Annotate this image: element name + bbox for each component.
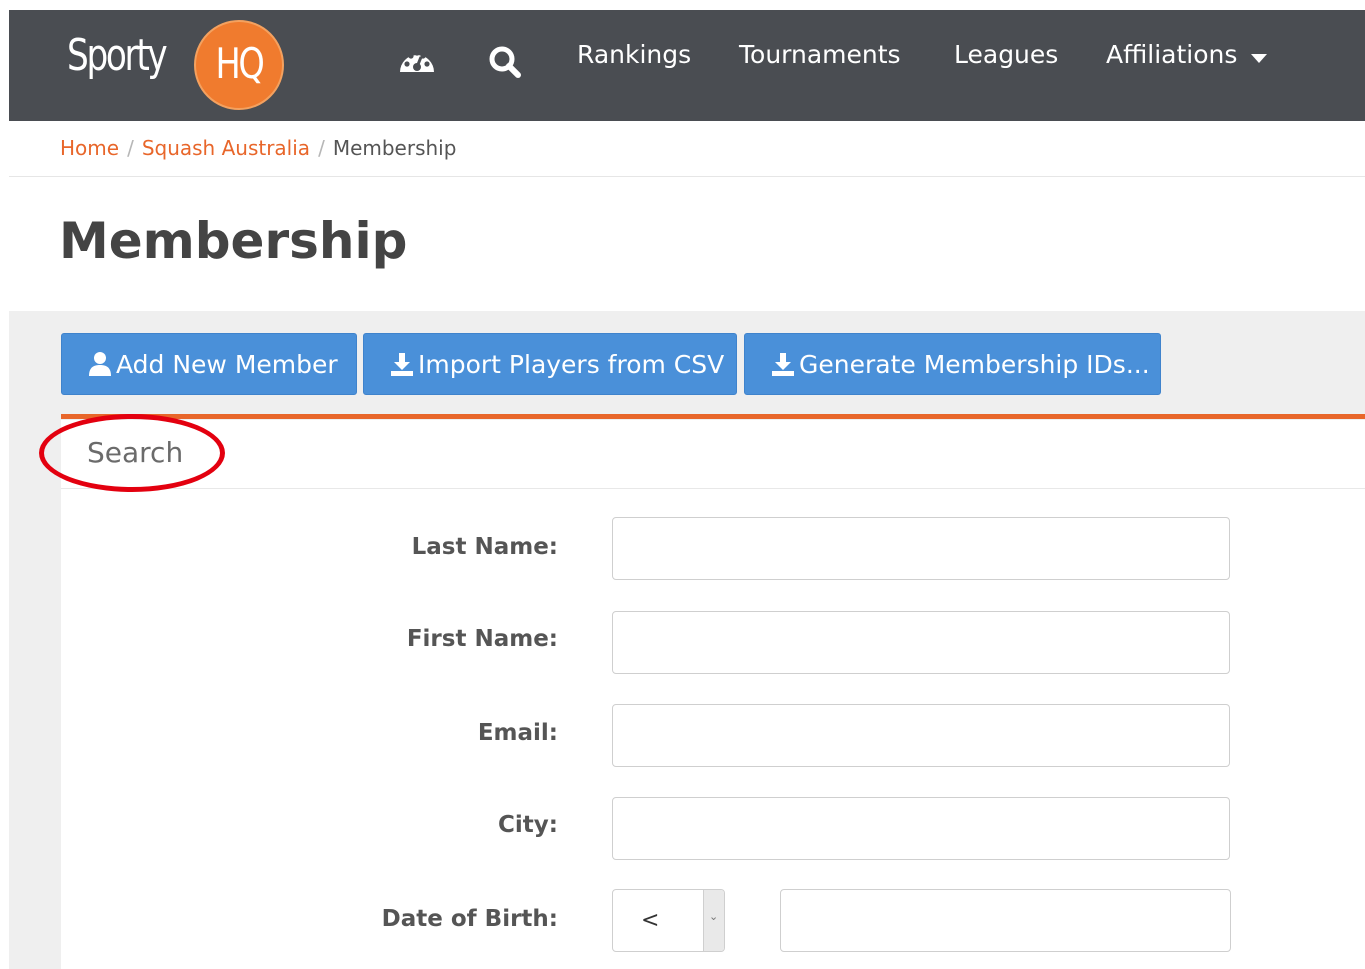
logo-text-hq: HQ <box>215 39 265 88</box>
top-navbar: Sporty HQ Rankings Tournaments Leagues A… <box>9 10 1365 121</box>
import-csv-button[interactable]: Import Players from CSV <box>363 333 737 395</box>
dob-input[interactable] <box>780 889 1231 952</box>
breadcrumb-separator: / <box>127 136 134 160</box>
breadcrumb-separator: / <box>318 136 325 160</box>
nav-tournaments[interactable]: Tournaments <box>739 40 901 69</box>
city-input[interactable] <box>612 797 1230 860</box>
page-title: Membership <box>59 212 408 270</box>
search-icon[interactable] <box>485 42 525 82</box>
select-arrow[interactable]: ⌄ <box>703 890 724 951</box>
panel-divider <box>61 488 1365 489</box>
red-circle-annotation <box>39 414 225 492</box>
breadcrumb-squash-australia[interactable]: Squash Australia <box>142 136 310 160</box>
logo-hq-badge: HQ <box>194 20 284 110</box>
dob-operator-value: < <box>641 908 660 933</box>
breadcrumb-divider <box>9 176 1365 177</box>
breadcrumb-home[interactable]: Home <box>60 136 119 160</box>
panel-accent-line <box>61 414 1365 419</box>
top-strip <box>0 0 1365 10</box>
import-csv-label: Import Players from CSV <box>418 349 725 379</box>
nav-leagues[interactable]: Leagues <box>954 40 1058 69</box>
first-name-label: First Name: <box>406 626 558 652</box>
dashboard-icon[interactable] <box>397 42 437 82</box>
breadcrumb-current: Membership <box>332 136 457 160</box>
first-name-input[interactable] <box>612 611 1230 674</box>
add-new-member-label: Add New Member <box>116 349 338 379</box>
nav-rankings[interactable]: Rankings <box>577 40 691 69</box>
generate-ids-button[interactable]: Generate Membership IDs... <box>744 333 1161 395</box>
email-input[interactable] <box>612 704 1230 767</box>
user-icon <box>88 351 112 377</box>
generate-ids-label: Generate Membership IDs... <box>799 349 1150 379</box>
download-icon <box>390 351 414 377</box>
add-new-member-button[interactable]: Add New Member <box>61 333 357 395</box>
nav-affiliations[interactable]: Affiliations <box>1106 40 1237 69</box>
email-label: Email: <box>477 720 558 746</box>
dob-label: Date of Birth: <box>381 906 558 932</box>
city-label: City: <box>498 812 558 838</box>
logo-text-sporty: Sporty <box>67 30 168 81</box>
sportyhq-logo[interactable]: Sporty HQ <box>67 16 287 116</box>
chevron-down-icon[interactable] <box>1251 54 1267 63</box>
dob-operator-select[interactable]: < ⌄ <box>612 889 725 952</box>
search-panel <box>61 420 1365 969</box>
last-name-label: Last Name: <box>411 534 558 560</box>
download-icon <box>771 351 795 377</box>
chevron-down-icon: ⌄ <box>709 910 719 923</box>
last-name-input[interactable] <box>612 517 1230 580</box>
breadcrumb: Home / Squash Australia / Membership <box>60 136 456 160</box>
